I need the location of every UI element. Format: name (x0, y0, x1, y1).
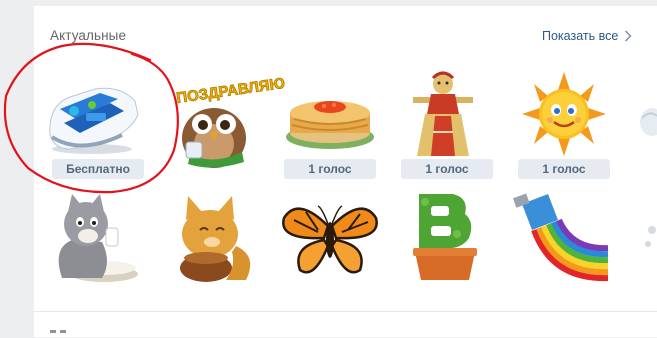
sticker-rainbow-paint-tube[interactable] (512, 190, 616, 290)
sticker-partial-2[interactable] (630, 214, 657, 314)
price-badge: 1 голос (284, 159, 376, 179)
sun-image (522, 72, 606, 156)
price-badge: Бесплатно (52, 159, 144, 179)
price-badge: 1 голос (518, 159, 610, 179)
sticker-owl-congrats[interactable]: ПОЗДРАВЛЯЮ (172, 72, 286, 172)
partial-sticker-2-image (645, 226, 656, 247)
sticker-butterfly[interactable] (278, 196, 382, 296)
sticker-partial[interactable] (628, 100, 657, 200)
section-divider (34, 311, 657, 312)
cat-with-milk-image (58, 194, 138, 282)
sticker-cat-with-milk[interactable] (42, 188, 146, 288)
straw-doll-image (413, 71, 473, 156)
partial-sticker-image (640, 108, 657, 136)
butterfly-image (282, 205, 378, 274)
cat-with-pot-image (180, 196, 251, 282)
sticker-grid: Бесплатно ПОЗДРАВЛЯЮ 1 голос 1 голос 1 г… (0, 0, 657, 337)
sticker-sun[interactable]: 1 голос (512, 72, 616, 179)
pancakes-image (286, 101, 374, 149)
sticker-pancakes[interactable]: 1 голос (278, 75, 382, 179)
owl-image: ПОЗДРАВЛЯЮ (175, 74, 286, 168)
sticker-sneaker[interactable]: Бесплатно (40, 75, 144, 179)
sticker-straw-doll[interactable]: 1 голос (395, 71, 499, 179)
sticker-cat-with-pot[interactable] (166, 186, 270, 286)
sneaker-image (49, 87, 139, 154)
sticker-letter-v-plant[interactable] (395, 188, 499, 288)
letter-v-plant-image (413, 194, 477, 280)
rainbow-paint-tube-image (512, 193, 609, 282)
price-badge: 1 голос (401, 159, 493, 179)
owl-banner: ПОЗДРАВЛЯЮ (175, 75, 286, 107)
